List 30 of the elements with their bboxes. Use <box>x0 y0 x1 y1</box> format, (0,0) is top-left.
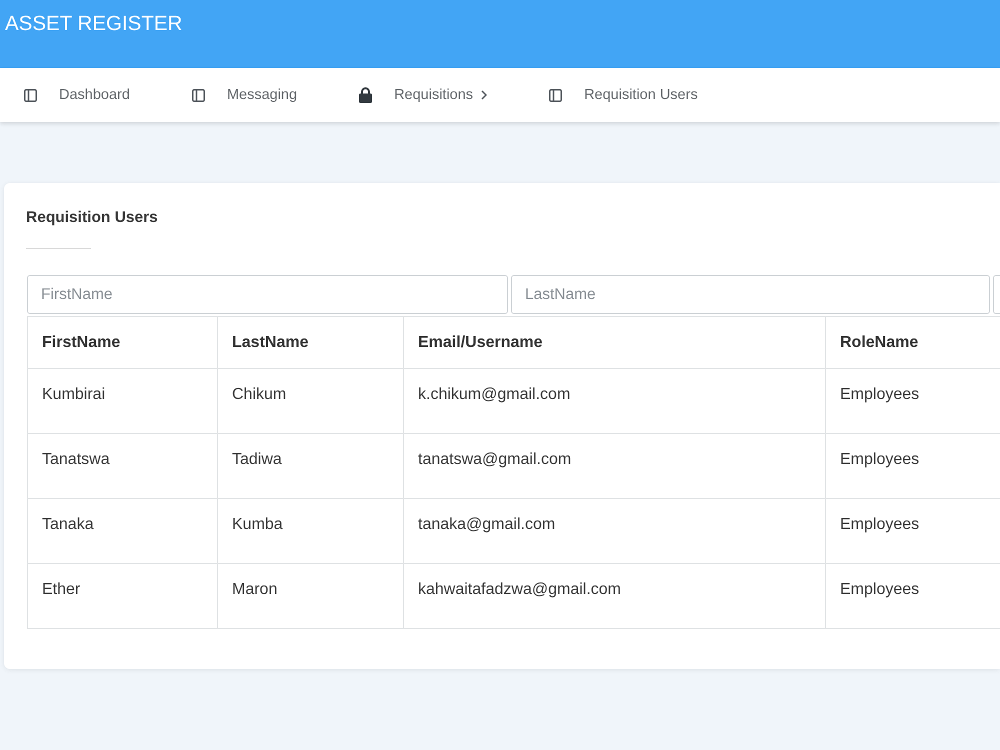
nav-link[interactable]: Messaging <box>192 87 298 103</box>
filter-field[interactable] <box>993 275 1000 314</box>
filter-field[interactable]: FirstName <box>27 275 508 314</box>
table-cell: tanaka@gmail.com <box>404 498 826 564</box>
card-title: Requisition Users <box>26 208 158 228</box>
column-header: LastName <box>218 316 404 368</box>
table-cell: Kumba <box>218 498 404 564</box>
lock-icon <box>359 87 372 103</box>
table-cell: Ether <box>28 564 218 628</box>
panel-icon <box>549 88 562 102</box>
filter-field[interactable]: LastName <box>511 275 990 314</box>
table-cell: Maron <box>218 564 404 628</box>
nav-link[interactable]: Dashboard <box>24 87 130 103</box>
table-cell: Chikum <box>218 368 404 434</box>
table-cell: Tadiwa <box>218 434 404 498</box>
column-header: Email/Username <box>404 316 826 368</box>
table-cell: Tanatswa <box>28 434 218 498</box>
table-cell: Tanaka <box>28 498 218 564</box>
table-cell: Kumbirai <box>28 368 218 434</box>
table-cell: k.chikum@gmail.com <box>404 368 826 434</box>
panel-icon <box>24 88 37 102</box>
nav-link[interactable]: Requisitions <box>359 87 488 103</box>
app-title: ASSET REGISTER <box>5 12 182 36</box>
table-cell: kahwaitafadzwa@gmail.com <box>404 564 826 628</box>
nav-link[interactable]: Requisition Users <box>549 87 698 103</box>
panel-icon <box>192 88 205 102</box>
table-cell: tanatswa@gmail.com <box>404 434 826 498</box>
chevron-right-icon <box>481 90 488 100</box>
column-header: FirstName <box>28 316 218 368</box>
column-header: RoleName <box>826 316 1000 368</box>
